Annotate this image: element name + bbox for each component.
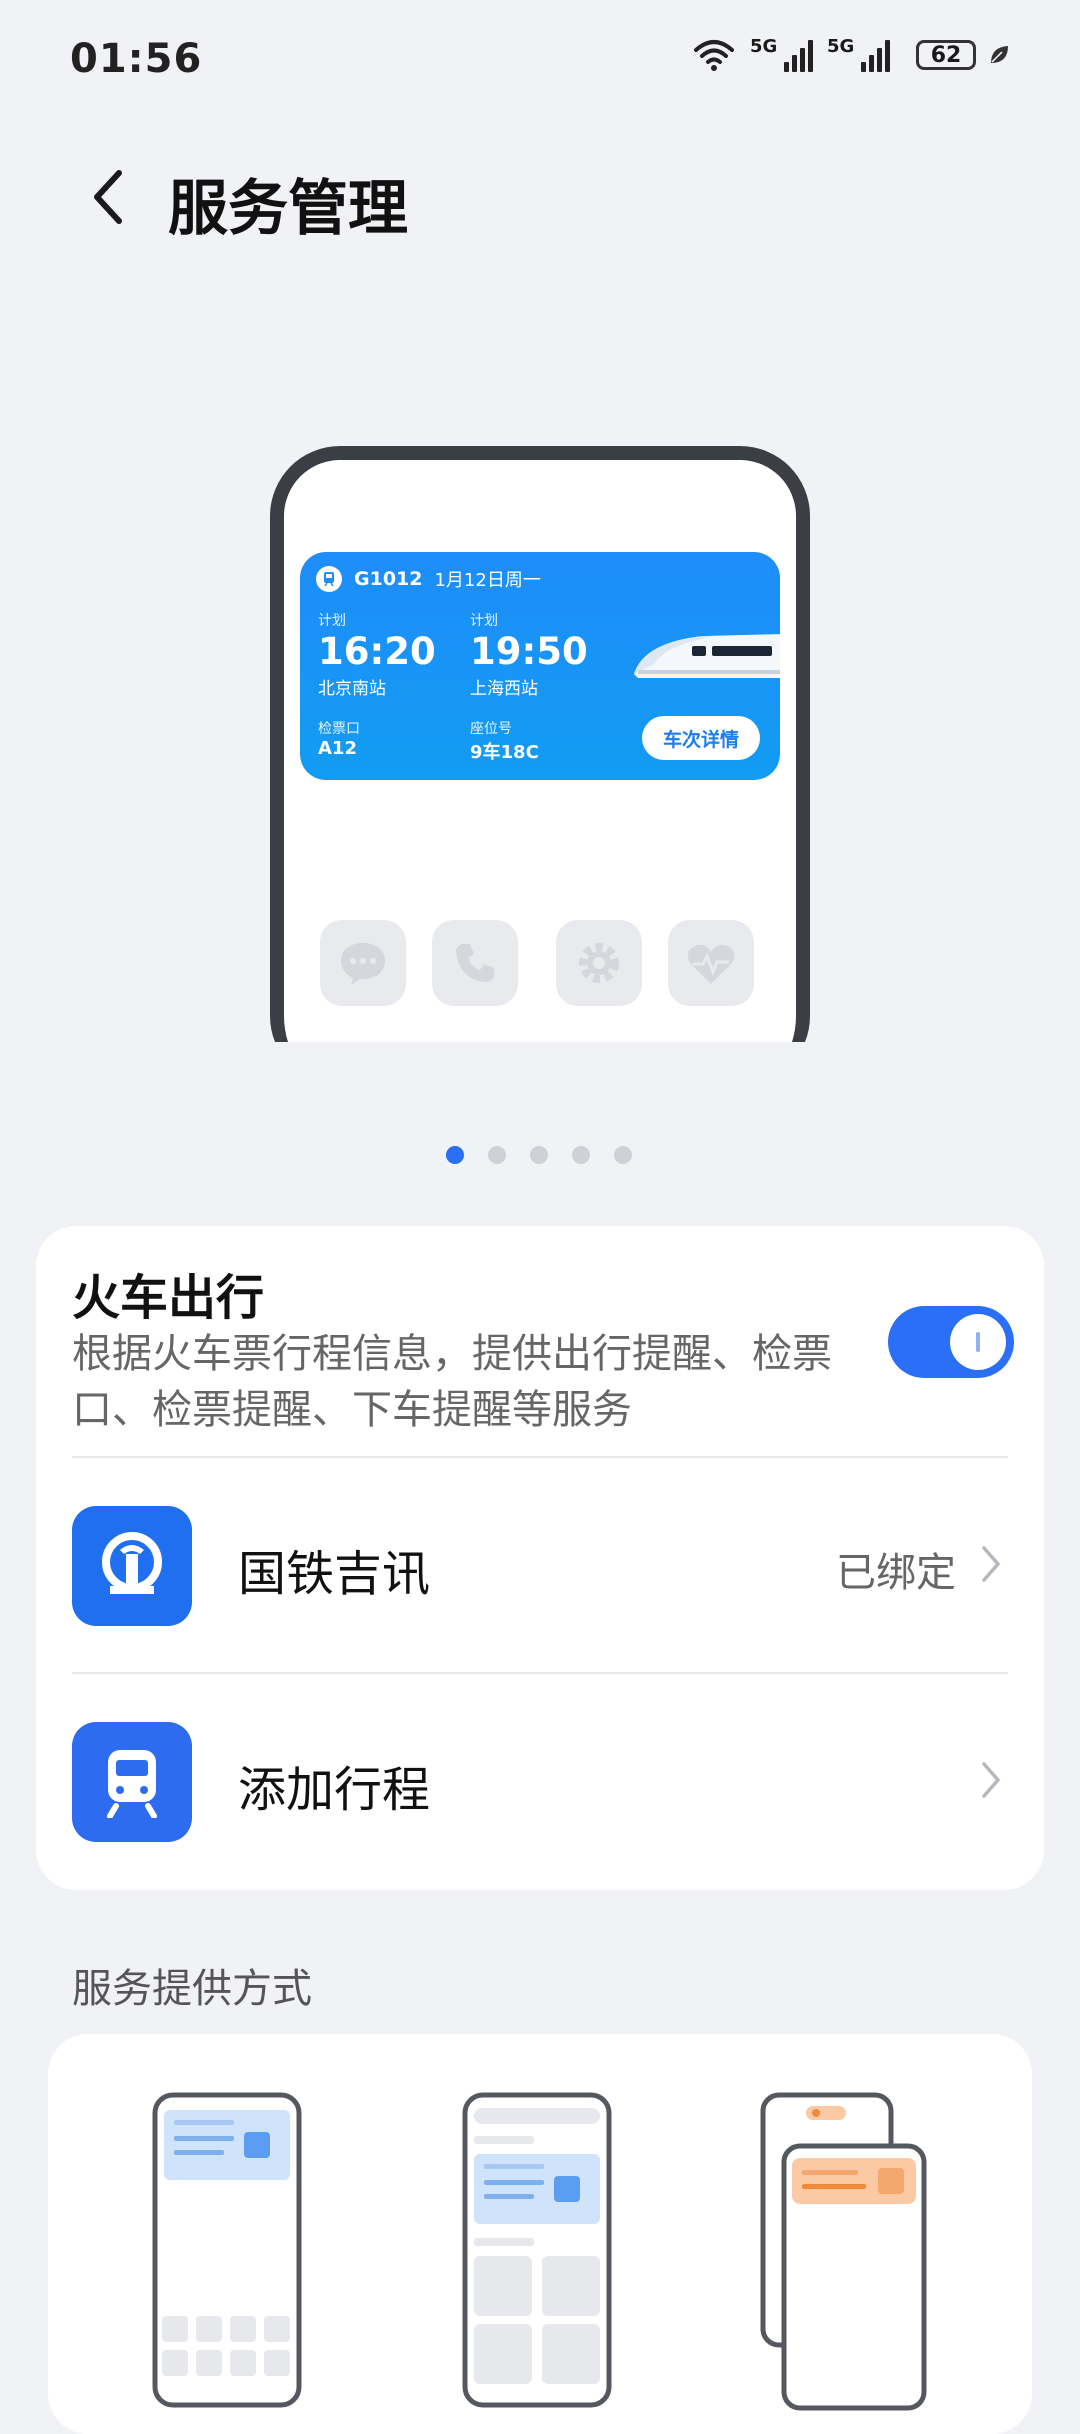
page-title: 服务管理 — [168, 174, 408, 244]
widget-minus-one-screen-illustration[interactable] — [462, 2092, 612, 2412]
widget-lockscreen-illustration[interactable] — [152, 2092, 302, 2412]
gate-value: A12 — [318, 738, 357, 759]
battery-icon: 62 — [916, 40, 976, 70]
network-label: 5G — [750, 36, 778, 57]
service-description: 根据火车票行程信息，提供出行提醒、检票口、检票提醒、下车提醒等服务 — [72, 1331, 832, 1433]
status-icons: 5G 5G 62 — [692, 36, 1010, 72]
signal-icon: 5G — [827, 36, 890, 72]
row-label: 国铁吉讯 — [238, 1546, 431, 1602]
notification-illustration[interactable] — [760, 2092, 930, 2412]
health-icon — [668, 920, 754, 1006]
battery-level: 62 — [930, 42, 962, 68]
train-icon — [72, 1722, 192, 1842]
row-add-trip[interactable]: 添加行程 — [72, 1722, 1008, 1842]
preview-carousel[interactable]: G1012 1月12日周一 计划 16:20 北京南站 计划 19:50 上海西… — [270, 446, 810, 1042]
arrival-station: 上海西站 — [470, 679, 538, 699]
phone-icon — [432, 920, 518, 1006]
leaf-icon — [991, 46, 1008, 63]
settings-icon — [556, 920, 642, 1006]
pager-dot[interactable] — [530, 1146, 548, 1164]
pager-dot[interactable] — [572, 1146, 590, 1164]
gate-label: 检票口 — [318, 721, 360, 737]
train-widget: G1012 1月12日周一 计划 16:20 北京南站 计划 19:50 上海西… — [300, 552, 780, 780]
header: 服务管理 — [0, 140, 1080, 250]
network-label: 5G — [827, 36, 855, 57]
row-railway-account[interactable]: 国铁吉讯 已绑定 — [72, 1506, 1008, 1626]
pager-dot-active[interactable] — [446, 1146, 464, 1164]
arrival-time: 19:50 — [470, 630, 588, 673]
departure-station: 北京南站 — [318, 679, 386, 699]
carousel-pager[interactable] — [446, 1146, 632, 1164]
divider — [72, 1456, 1008, 1458]
departure-time: 16:20 — [318, 630, 436, 673]
bound-status: 已绑定 — [836, 1550, 956, 1596]
seat-label: 座位号 — [470, 721, 512, 737]
signal-icon: 5G — [750, 36, 813, 72]
message-icon — [320, 920, 406, 1006]
pager-dot[interactable] — [488, 1146, 506, 1164]
pager-dot[interactable] — [614, 1146, 632, 1164]
train-number: G1012 — [354, 568, 423, 590]
train-date: 1月12日周一 — [434, 570, 541, 591]
status-time: 01:56 — [70, 36, 203, 82]
section-title: 服务提供方式 — [72, 1966, 312, 2012]
wifi-icon — [694, 40, 734, 71]
chevron-right-icon — [982, 1546, 1000, 1582]
service-toggle[interactable] — [888, 1306, 1014, 1378]
train-badge-icon — [316, 566, 342, 592]
provision-card — [48, 2034, 1032, 2434]
chevron-left-icon — [94, 170, 122, 224]
chevron-right-icon — [982, 1762, 1000, 1798]
row-label: 添加行程 — [238, 1762, 431, 1818]
departure-label: 计划 — [318, 613, 346, 629]
train-details-button[interactable]: 车次详情 — [642, 716, 760, 760]
dock — [320, 920, 754, 1006]
seat-value: 9车18C — [470, 742, 539, 763]
back-button[interactable] — [78, 162, 138, 232]
service-card: 火车出行 根据火车票行程信息，提供出行提醒、检票口、检票提醒、下车提醒等服务 国… — [36, 1226, 1044, 1890]
toggle-knob — [950, 1314, 1006, 1370]
service-title: 火车出行 — [72, 1270, 265, 1326]
bullet-train-illustration — [634, 634, 780, 678]
railway-logo-icon — [72, 1506, 192, 1626]
status-bar: 01:56 5G 5G 62 — [0, 0, 1080, 120]
divider — [72, 1672, 1008, 1674]
arrival-label: 计划 — [470, 613, 498, 629]
